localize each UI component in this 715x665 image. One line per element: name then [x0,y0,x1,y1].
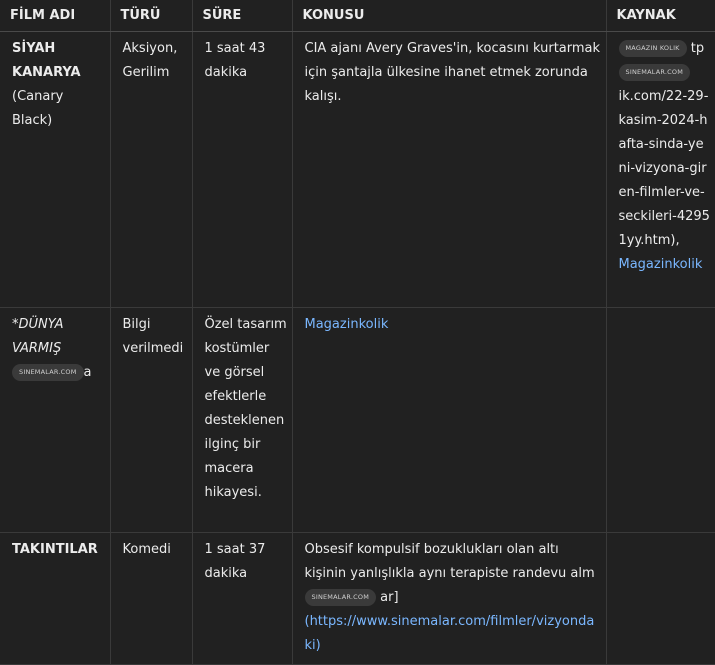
duration-cell: Özel tasarım kostümler ve görsel efektle… [192,307,293,533]
table-row: TAKINTILAR Komedi 1 saat 37 dakika Obses… [0,532,715,665]
source-chip-sinemalar[interactable]: SINEMALAR.COM [12,364,84,381]
film-name-cell: *DÜNYA VARMIŞ SINEMALAR.COM a [0,307,111,533]
source-chip-magazinkolik[interactable]: MAGAZIN KOLIK [618,40,687,57]
plot-link-magazinkolik[interactable]: Magazinkolik [305,317,389,332]
plot-text: Obsesif kompulsif bozuklukları olan altı… [304,542,595,581]
plot-cell: Obsesif kompulsif bozuklukları olan altı… [292,532,607,665]
header-film-name: FİLM ADI [0,0,111,32]
duration-cell: 1 saat 43 dakika [192,31,293,308]
film-title: *DÜNYA VARMIŞ [12,317,64,356]
genre-cell: Bilgi verilmedi [110,307,193,533]
header-source: KAYNAK [606,0,715,32]
film-original-title: (Canary Black) [12,89,64,128]
source-cell [606,307,715,533]
source-cell: MAGAZIN KOLIK tp SINEMALAR.COM ik.com/22… [606,31,715,308]
plot-cell: Magazinkolik [292,307,607,533]
source-cell [606,532,715,665]
table-row: SİYAH KANARYA (Canary Black) Aksiyon, Ge… [0,31,715,308]
film-name-cell: SİYAH KANARYA (Canary Black) [0,31,111,308]
duration-cell: 1 saat 37 dakika [192,532,293,665]
source-url-text: ik.com/22-29-kasim-2024-hafta-sinda-yeni… [618,89,710,248]
genre-cell: Aksiyon, Gerilim [110,31,193,308]
films-table: FİLM ADI TÜRÜ SÜRE KONUSU KAYNAK SİYAH K… [0,0,715,665]
plot-link-sinemalar[interactable]: (https://www.sinemalar.com/filmler/vizyo… [305,614,595,653]
plot-text-after-chip: ar] [380,590,399,605]
genre-cell: Komedi [110,532,193,665]
source-link-magazinkolik[interactable]: Magazinkolik [619,257,703,272]
source-text-fragment: tp [690,41,705,56]
title-suffix: a [83,365,92,380]
film-title: TAKINTILAR [12,542,98,557]
film-name-cell: TAKINTILAR [0,532,111,665]
table-header-row: FİLM ADI TÜRÜ SÜRE KONUSU KAYNAK [0,0,715,32]
header-duration: SÜRE [192,0,293,32]
source-chip-sinemalar[interactable]: SINEMALAR.COM [304,589,376,606]
table-row: *DÜNYA VARMIŞ SINEMALAR.COM a Bilgi veril… [0,307,715,533]
source-chip-sinemalar[interactable]: SINEMALAR.COM [618,64,690,81]
film-title: SİYAH KANARYA [12,41,81,80]
header-plot: KONUSU [292,0,607,32]
plot-cell: CIA ajanı Avery Graves'in, kocasını kurt… [292,31,607,308]
header-genre: TÜRÜ [110,0,193,32]
